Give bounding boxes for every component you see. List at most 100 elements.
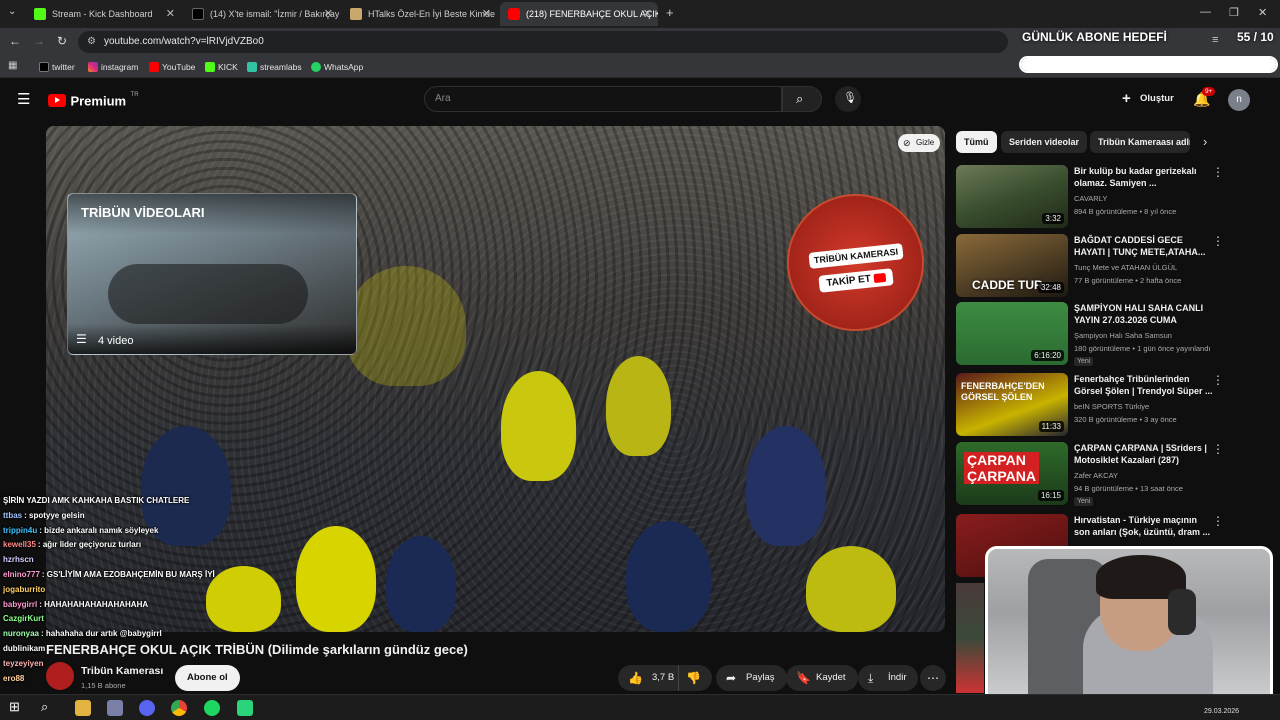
tab-search-icon[interactable]: ⌄	[8, 6, 16, 17]
recommendation-item[interactable]: 6:16:20 ŞAMPİYON HALI SAHA CANLI YAYIN 2…	[956, 302, 1256, 366]
x-icon	[39, 62, 49, 72]
apps-icon[interactable]: ▦	[8, 60, 17, 71]
minimize-icon[interactable]: —	[1200, 6, 1211, 18]
bookmark-kick[interactable]: KICK	[205, 60, 238, 74]
spotify-icon[interactable]	[204, 700, 220, 716]
crowd-shape	[346, 266, 466, 386]
tab-youtube-active[interactable]: (218) FENERBAHÇE OKUL AÇIK ✕	[500, 2, 658, 26]
chrome-icon[interactable]	[171, 700, 187, 716]
app-icon[interactable]	[107, 700, 123, 716]
window-close-icon[interactable]: ✕	[1258, 6, 1267, 19]
reload-icon[interactable]: ↻	[57, 34, 67, 48]
search-button[interactable]: ⌕	[782, 86, 822, 112]
chat-message: ttbas: spotyye gelsin	[3, 511, 85, 521]
follow-sticker: TRİBÜN KAMERASI TAKİP ET	[787, 194, 924, 331]
hide-button[interactable]: ⊘ Gizle	[898, 134, 941, 152]
bookmark-youtube[interactable]: YouTube	[149, 60, 195, 74]
chat-text: hahahaha dur artık @babygirrl	[45, 629, 162, 639]
restore-icon[interactable]: ❐	[1229, 6, 1239, 19]
voice-search-button[interactable]: 🎙	[835, 86, 861, 112]
new-tab-button[interactable]: +	[666, 5, 674, 20]
recommendation-channel: Zafer AKCAY	[1074, 471, 1119, 480]
recommendation-item[interactable]: CADDE TUR 32:48 BAĞDAT CADDESİ GECE HAYA…	[956, 234, 1256, 298]
address-bar[interactable]: ⚙ youtube.com/watch?v=lRIVjdVZBo0	[78, 31, 1008, 53]
forward-icon[interactable]: →	[33, 34, 45, 48]
bookmark-label: YouTube	[162, 62, 196, 72]
streamlabs-icon[interactable]	[237, 700, 253, 716]
recommendation-title: BAĞDAT CADDESİ GECE HAYATI | TUNÇ METE,A…	[1074, 235, 1206, 257]
create-button[interactable]: + Oluştur	[1118, 86, 1184, 112]
file-explorer-icon[interactable]	[75, 700, 91, 716]
close-icon[interactable]: ✕	[324, 2, 333, 26]
x-icon	[192, 8, 204, 20]
thumbs-down-icon[interactable]: 👎	[686, 665, 701, 691]
like-dislike-group[interactable]: 👍 3,7 B 👎	[618, 665, 712, 691]
start-icon[interactable]: ⊞	[9, 699, 20, 715]
save-button[interactable]: 🔖 Kaydet	[786, 665, 858, 691]
video-player[interactable]: ⊘ Gizle TRİBÜN VİDEOLARI ☰ 4 video TRİBÜ…	[46, 126, 945, 632]
chip-all[interactable]: Tümü	[956, 131, 997, 153]
channel-name[interactable]: Tribün Kamerası	[81, 665, 163, 677]
more-vert-icon[interactable]: ⋮	[1212, 165, 1224, 179]
recommendation-meta: 894 B görüntüleme • 8 yıl önce	[1074, 207, 1177, 216]
subscribe-button[interactable]: Abone ol	[175, 665, 240, 691]
logo-text: Premium	[70, 93, 127, 109]
bookmark-streamlabs[interactable]: streamlabs	[247, 60, 302, 74]
recommendation-channel: CAVARLY	[1074, 194, 1108, 203]
bookmark-instagram[interactable]: instagram	[88, 60, 138, 74]
notification-badge: 9+	[1202, 87, 1216, 96]
menu-icon[interactable]: ☰	[17, 90, 30, 108]
recommendation-item[interactable]: 3:32 Bir kulüp bu kadar gerizekalı olama…	[956, 165, 1256, 229]
back-icon[interactable]: ←	[9, 34, 21, 48]
chip-series[interactable]: Seriden videolar	[1001, 131, 1088, 153]
goal-label: GÜNLÜK ABONE HEDEFİ	[1022, 30, 1167, 44]
youtube-icon	[873, 272, 886, 283]
more-vert-icon[interactable]: ⋮	[1212, 373, 1224, 387]
yellow-jersey	[806, 546, 896, 632]
search-input[interactable]: Ara	[424, 86, 782, 112]
download-button[interactable]: ⤓ İndir	[858, 665, 919, 691]
chat-message: teyzeyiyen	[3, 659, 45, 669]
chat-message: ŞİRİN YAZDI AMK KAHKAHA BASTIK CHATLERE	[3, 496, 191, 506]
chip-channel[interactable]: Tribün Kameraası adlı	[1090, 131, 1190, 153]
kick-icon	[205, 62, 215, 72]
hide-label: Gizle	[916, 138, 935, 147]
close-icon[interactable]: ✕	[166, 2, 175, 26]
recommendation-thumbnail: FENERBAHÇE'DEN GÖRSEL ŞÖLEN 11:33	[956, 373, 1068, 436]
more-vert-icon[interactable]: ⋮	[1212, 442, 1224, 456]
playlist-card[interactable]: TRİBÜN VİDEOLARI ☰ 4 video	[67, 193, 357, 355]
more-actions-button[interactable]: ⋯	[920, 665, 946, 691]
site-info-icon[interactable]: ⚙	[87, 31, 96, 53]
chevron-right-icon[interactable]: ›	[1203, 134, 1207, 149]
divider	[678, 665, 679, 691]
tab-x-post[interactable]: (14) X'te ismail: "İzmir / Bakırçay ✕	[184, 2, 339, 26]
yellow-jersey	[501, 371, 576, 481]
sticker-line-2-box: TAKİP ET	[818, 268, 894, 293]
avatar[interactable]: n	[1228, 89, 1250, 111]
search-icon[interactable]: ⌕	[41, 699, 48, 715]
more-vert-icon[interactable]: ⋮	[1212, 514, 1224, 528]
tab-htalks[interactable]: HTalks Özel-En İyi Beste Kimde ✕	[342, 2, 497, 26]
more-vert-icon[interactable]: ⋮	[1212, 234, 1224, 248]
share-button[interactable]: ➦ Paylaş	[716, 665, 787, 691]
recommendation-item[interactable]: FENERBAHÇE'DEN GÖRSEL ŞÖLEN 11:33 Fenerba…	[956, 373, 1256, 437]
media-icon[interactable]: ≡	[1212, 34, 1218, 46]
youtube-logo[interactable]: Premium TR	[48, 92, 139, 110]
notifications-button[interactable]: 🔔 9+	[1193, 87, 1216, 109]
eye-off-icon: ⊘	[903, 138, 911, 148]
download-icon: ⤓	[868, 671, 874, 685]
bookmark-whatsapp[interactable]: WhatsApp	[311, 60, 363, 74]
chat-message: kewell35: ağır lider geçiyoruz turları	[3, 540, 141, 550]
close-icon[interactable]: ✕	[482, 2, 491, 26]
tab-kick-dashboard[interactable]: Stream - Kick Dashboard ✕	[26, 2, 181, 26]
bookmark-twitter[interactable]: twitter	[39, 60, 75, 74]
channel-avatar[interactable]	[46, 662, 74, 690]
chat-message: trippin4u: bizde ankaralı namık söyleyek	[3, 526, 158, 536]
bookmark-label: streamlabs	[260, 62, 302, 72]
discord-icon[interactable]	[139, 700, 155, 716]
recommendation-item[interactable]: ÇARPAN ÇARPANA 16:15 ÇARPAN ÇARPANA | 5Sr…	[956, 442, 1256, 506]
share-label: Paylaş	[746, 672, 775, 683]
tab-label: (218) FENERBAHÇE OKUL AÇIK	[526, 9, 658, 19]
close-icon[interactable]: ✕	[643, 2, 652, 26]
thumbs-up-icon[interactable]: 👍	[628, 665, 643, 691]
